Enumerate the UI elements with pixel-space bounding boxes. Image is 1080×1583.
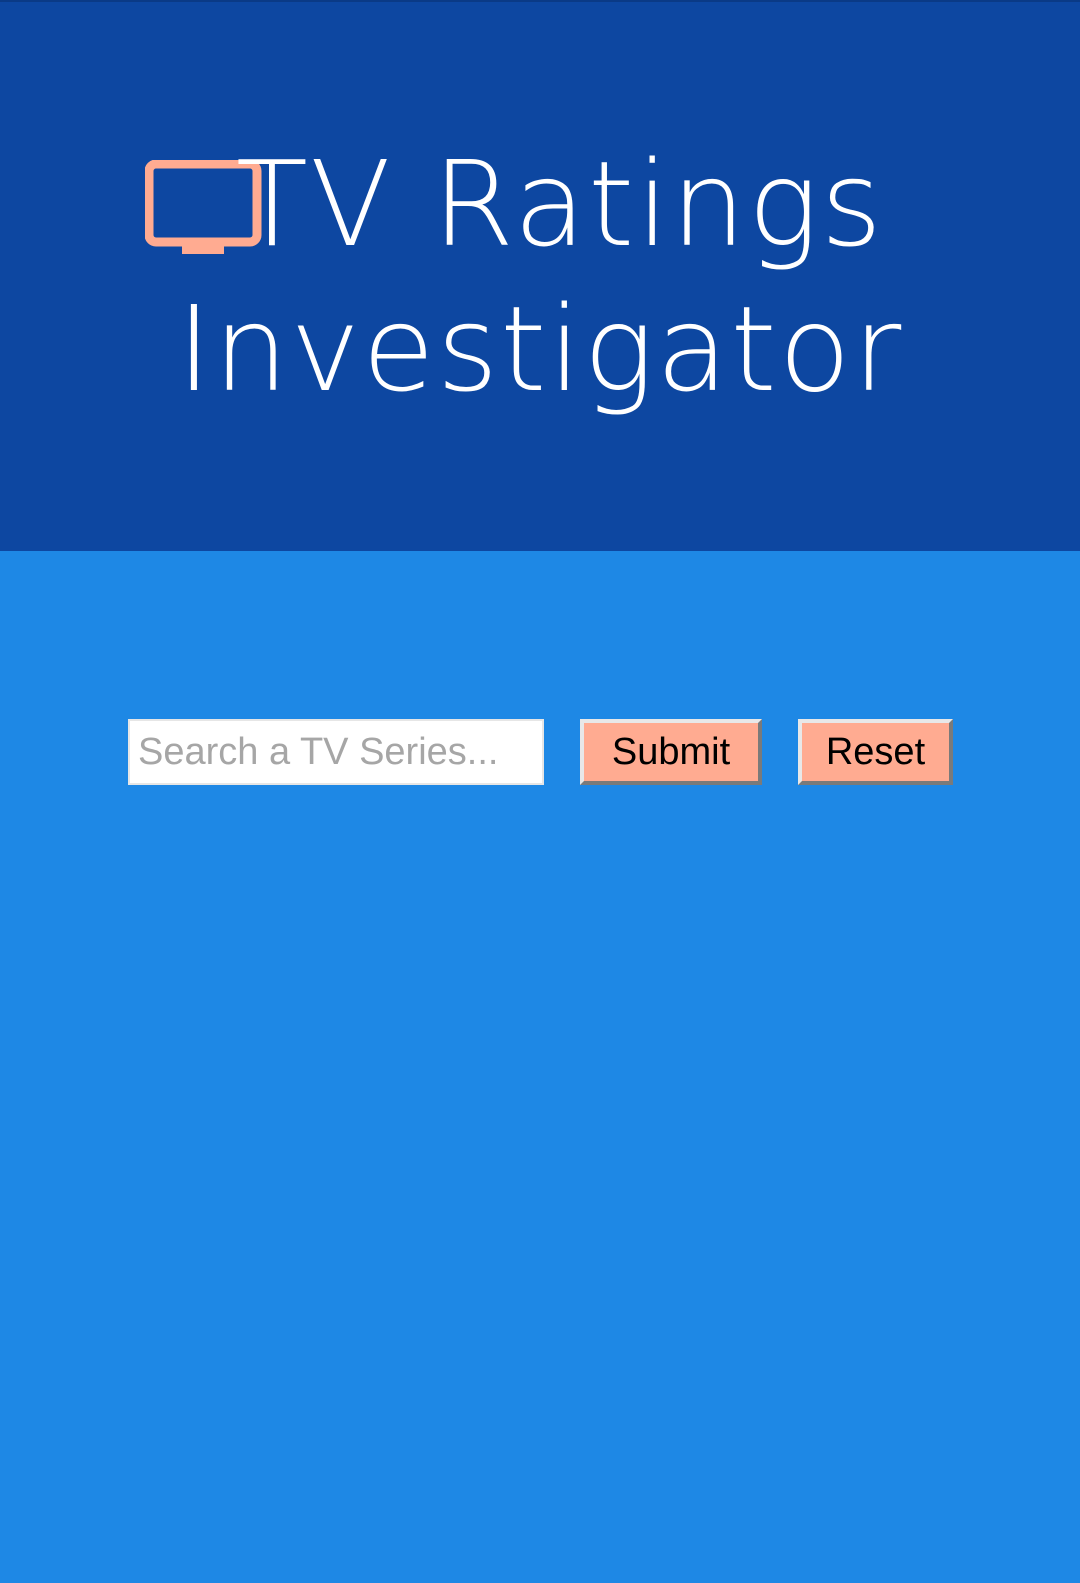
title-line-1: TV Ratings: [235, 135, 885, 273]
page-title: TV Ratings Investigator: [0, 132, 1080, 422]
page-header: TV Ratings Investigator: [0, 0, 1080, 551]
reset-button[interactable]: Reset: [798, 719, 953, 785]
title-line-2: Investigator: [176, 280, 904, 418]
search-input[interactable]: [128, 719, 544, 785]
submit-button[interactable]: Submit: [580, 719, 762, 785]
main-content: Submit Reset: [0, 551, 1080, 1583]
